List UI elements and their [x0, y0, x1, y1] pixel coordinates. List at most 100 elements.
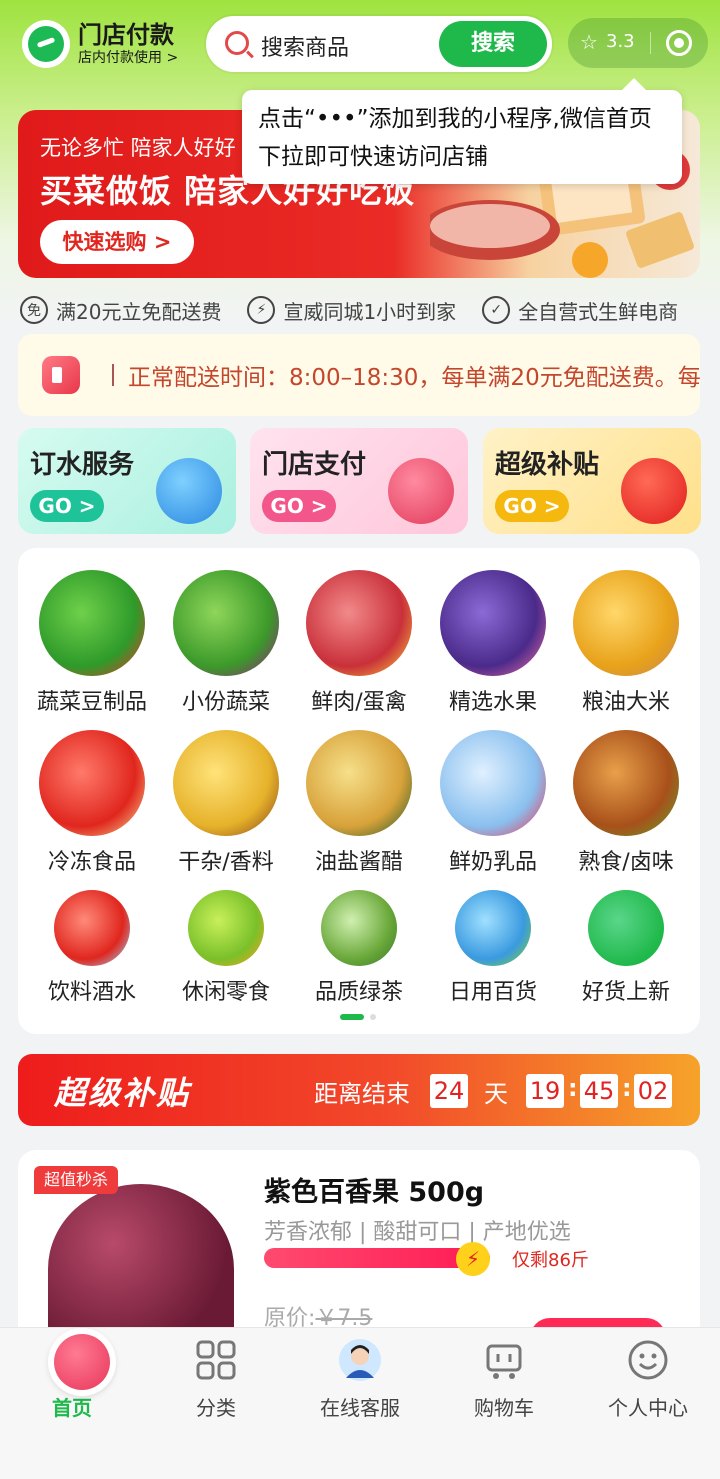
category-snacks[interactable]: 休闲零食 [159, 890, 293, 1006]
category-label: 精选水果 [448, 690, 537, 715]
page: 门店付款 店内付款使用 > 搜索商品 搜索 ☆ 3.3 无论多忙 陪家人好好 买… [0, 0, 720, 1479]
category-condiments[interactable]: 油盐酱醋 [292, 730, 426, 876]
category-dry-goods[interactable]: 干杂/香料 [159, 730, 293, 876]
category-fruits[interactable]: 精选水果 [426, 570, 560, 716]
close-target-icon[interactable] [666, 30, 692, 56]
first-badge-icon [621, 458, 687, 524]
store-payment-card[interactable]: 门店支付 GO > [250, 428, 468, 534]
search-bar[interactable]: 搜索商品 搜索 [206, 16, 552, 72]
category-meat-eggs[interactable]: 鲜肉/蛋禽 [292, 570, 426, 716]
pager-dot[interactable] [370, 1014, 376, 1020]
service-features: 免 满20元立免配送费 ⚡ 宣威同城1小时到家 ✓ 全自营式生鲜电商 [20, 292, 710, 328]
tab-label: 首页 [52, 1396, 92, 1420]
water-service-card[interactable]: 订水服务 GO > [18, 428, 236, 534]
category-dairy[interactable]: 鲜奶乳品 [426, 730, 560, 876]
countdown-days: 24 [430, 1074, 468, 1108]
pager-dot-active[interactable] [340, 1014, 364, 1020]
feature-text: 宣威同城1小时到家 [283, 299, 457, 324]
new-calendar-icon [588, 890, 664, 966]
banner-subtitle: 无论多忙 陪家人好好 [40, 136, 236, 160]
category-label: 日用百货 [448, 980, 537, 1005]
tab-home[interactable]: 首页 [12, 1328, 132, 1421]
category-label: 品质绿茶 [314, 980, 403, 1005]
spices-icon [173, 730, 279, 836]
super-subsidy-bar[interactable]: 超级补贴 距离结束 24 天 19 : 45 : 02 [18, 1054, 700, 1126]
days-unit: 天 [484, 1080, 508, 1108]
category-new-arrivals[interactable]: 好货上新 [559, 890, 693, 1006]
roast-chicken-icon [573, 730, 679, 836]
add-to-my-miniprogram-tooltip: 点击“•••”添加到我的小程序,微信首页下拉即可快速访问店铺 [242, 78, 682, 184]
time-colon: : [622, 1074, 632, 1102]
go-button[interactable]: GO > [262, 490, 336, 522]
frozen-food-icon [39, 730, 145, 836]
daily-goods-icon [455, 890, 531, 966]
feature-item: ⚡ 宣威同城1小时到家 [247, 296, 456, 325]
remaining-stock: 仅剩86斤 [512, 1250, 589, 1271]
store-subtitle: 店内付款使用 > [78, 50, 179, 66]
category-daily-goods[interactable]: 日用百货 [426, 890, 560, 1006]
feature-text: 全自营式生鲜电商 [518, 299, 679, 324]
agent-avatar-icon [339, 1339, 381, 1381]
category-label: 饮料酒水 [47, 980, 136, 1005]
card-title: 订水服务 [30, 450, 135, 480]
tab-label: 购物车 [474, 1396, 534, 1420]
category-vegetables[interactable]: 蔬菜豆制品 [25, 570, 159, 716]
store-icon [388, 458, 454, 524]
meat-icon [306, 570, 412, 676]
search-icon [225, 31, 249, 55]
drinks-icon [54, 890, 130, 966]
category-label: 粮油大米 [581, 690, 670, 715]
store-pay-entry[interactable]: 门店付款 店内付款使用 > [22, 20, 178, 68]
category-label: 油盐酱醋 [314, 850, 403, 875]
greens-icon [173, 570, 279, 676]
rating-value[interactable]: 3.3 [606, 31, 635, 52]
delivery-notice[interactable]: 正常配送时间：8:00–18:30，每单满20元免配送费。每 [18, 334, 700, 416]
product-description: 芳香浓郁 | 酸甜可口 | 产地优选 [264, 1220, 571, 1245]
tab-cart[interactable]: 购物车 [444, 1338, 564, 1421]
go-button[interactable]: GO > [30, 490, 104, 522]
mini-program-capsule: ☆ 3.3 [568, 18, 708, 68]
countdown-seconds: 02 [634, 1074, 672, 1108]
category-label: 鲜奶乳品 [448, 850, 537, 875]
countdown-hours: 19 [526, 1074, 564, 1108]
search-input[interactable]: 搜索商品 [261, 30, 349, 62]
lightning-icon: ⚡ [247, 296, 276, 324]
tab-category[interactable]: 分类 [156, 1338, 276, 1421]
category-frozen[interactable]: 冷冻食品 [25, 730, 159, 876]
lightning-icon: ⚡ [456, 1242, 490, 1276]
cart-icon [486, 1344, 522, 1379]
star-icon[interactable]: ☆ [580, 30, 598, 54]
category-deli[interactable]: 熟食/卤味 [559, 730, 693, 876]
free-shipping-icon: 免 [20, 296, 48, 324]
countdown-label: 距离结束 [314, 1080, 410, 1108]
super-subsidy-card[interactable]: 超级补贴 GO > [483, 428, 701, 534]
search-button[interactable]: 搜索 [439, 21, 547, 67]
tab-profile[interactable]: 个人中心 [588, 1338, 708, 1421]
go-button[interactable]: GO > [495, 490, 569, 522]
time-colon: : [568, 1074, 578, 1102]
feature-item: ✓ 全自营式生鲜电商 [482, 296, 678, 325]
condiments-icon [306, 730, 412, 836]
notice-text: 正常配送时间：8:00–18:30，每单满20元免配送费。每 [128, 365, 700, 391]
home-store-icon [48, 1328, 116, 1396]
speaker-icon [42, 356, 80, 394]
product-card[interactable]: 超值秒杀 紫色百香果 500g 芳香浓郁 | 酸甜可口 | 产地优选 ⚡ 仅剩8… [18, 1150, 700, 1350]
notice-divider [112, 364, 114, 386]
tab-customer-service[interactable]: 在线客服 [300, 1338, 420, 1421]
capsule-divider [650, 32, 651, 54]
card-title: 超级补贴 [495, 450, 600, 480]
quick-shop-button[interactable]: 快速选购 > [40, 220, 194, 264]
category-green-tea[interactable]: 品质绿茶 [292, 890, 426, 1006]
grid-pager [340, 1014, 376, 1020]
category-label: 鲜肉/蛋禽 [311, 690, 407, 715]
grapes-icon [440, 570, 546, 676]
feature-item: 免 满20元立免配送费 [20, 296, 221, 325]
check-circle-icon: ✓ [482, 296, 511, 324]
category-grain-oil[interactable]: 粮油大米 [559, 570, 693, 716]
category-label: 熟食/卤味 [578, 850, 674, 875]
oil-rice-icon [573, 570, 679, 676]
category-small-vegetables[interactable]: 小份蔬菜 [159, 570, 293, 716]
product-image [48, 1184, 234, 1350]
category-drinks[interactable]: 饮料酒水 [25, 890, 159, 1006]
category-label: 干杂/香料 [178, 850, 274, 875]
